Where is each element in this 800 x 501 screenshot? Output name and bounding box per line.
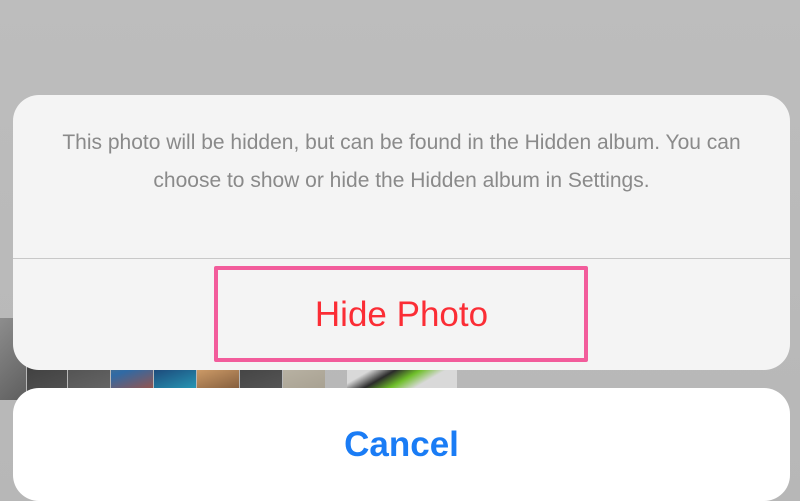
action-sheet-message: This photo will be hidden, but can be fo… <box>62 131 741 192</box>
action-sheet: This photo will be hidden, but can be fo… <box>13 95 790 370</box>
hide-photo-button[interactable]: Hide Photo <box>13 259 790 370</box>
cancel-button[interactable]: Cancel <box>13 388 790 501</box>
cancel-label: Cancel <box>344 425 459 464</box>
hide-photo-label: Hide Photo <box>314 295 489 334</box>
